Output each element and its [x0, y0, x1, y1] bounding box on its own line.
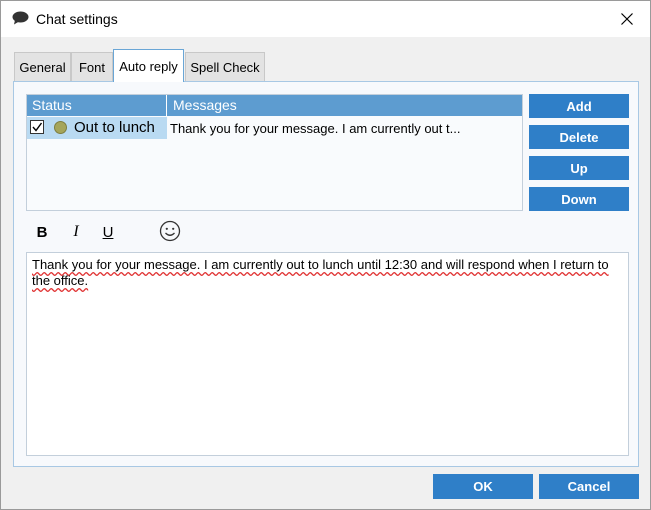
- delete-button[interactable]: Delete: [529, 125, 629, 149]
- tab-label: Font: [78, 59, 105, 75]
- status-label: Out to lunch: [74, 119, 155, 136]
- status-cell: Out to lunch: [27, 117, 167, 139]
- enabled-checkbox[interactable]: [30, 120, 44, 134]
- bold-button[interactable]: B: [34, 221, 50, 243]
- close-button[interactable]: [604, 1, 650, 37]
- emoji-button[interactable]: [158, 219, 182, 243]
- down-button[interactable]: Down: [529, 187, 629, 211]
- tab-auto-reply[interactable]: Auto reply: [113, 49, 184, 82]
- tab-label: General: [19, 59, 66, 75]
- message-preview: Thank you for your message. I am current…: [170, 121, 461, 136]
- window-title: Chat settings: [36, 11, 118, 27]
- tab-label: Spell Check: [190, 59, 260, 75]
- close-icon: [621, 13, 633, 25]
- italic-button[interactable]: I: [68, 221, 84, 243]
- checkmark-icon: [32, 122, 43, 132]
- add-button[interactable]: Add: [529, 94, 629, 118]
- up-button[interactable]: Up: [529, 156, 629, 180]
- editor-text: Thank you for your message. I am current…: [32, 257, 609, 288]
- title-bar: Chat settings: [1, 1, 650, 37]
- tab-spell-check[interactable]: Spell Check: [185, 52, 265, 81]
- table-header: Status Messages: [27, 95, 522, 116]
- column-header-messages[interactable]: Messages: [168, 95, 237, 116]
- tab-general[interactable]: General: [14, 52, 71, 81]
- tab-label: Auto reply: [119, 58, 178, 74]
- chat-settings-dialog: Chat settings General Font Auto reply Sp…: [0, 0, 651, 510]
- table-row[interactable]: Out to lunch Thank you for your message.…: [27, 117, 522, 139]
- cancel-button[interactable]: Cancel: [539, 474, 639, 499]
- status-indicator-icon: [54, 121, 67, 134]
- auto-reply-table: Status Messages Out to lunch Thank you f…: [26, 94, 523, 211]
- reply-message-editor[interactable]: Thank you for your message. I am current…: [26, 252, 629, 456]
- column-header-status[interactable]: Status: [27, 95, 167, 116]
- auto-reply-panel: Status Messages Out to lunch Thank you f…: [13, 81, 639, 467]
- chat-bubble-icon: [12, 11, 29, 25]
- smiley-icon: [159, 220, 181, 242]
- tab-font[interactable]: Font: [71, 52, 113, 81]
- ok-button[interactable]: OK: [433, 474, 533, 499]
- underline-button[interactable]: U: [100, 221, 116, 243]
